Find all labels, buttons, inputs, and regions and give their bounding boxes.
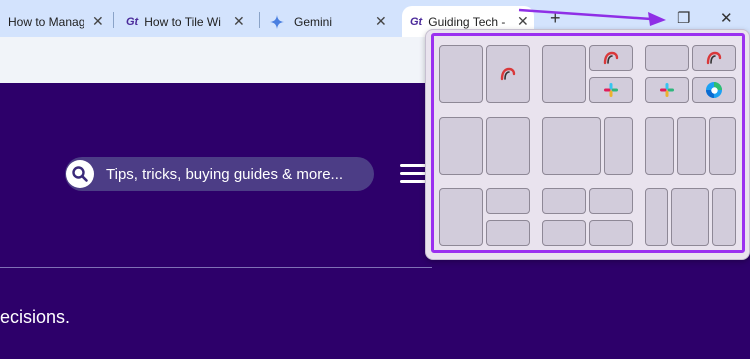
- new-tab-button[interactable]: +: [550, 8, 561, 29]
- search-icon: [65, 159, 95, 189]
- divider: [0, 267, 432, 268]
- restore-window-icon[interactable]: ❐: [677, 9, 690, 27]
- close-window-icon[interactable]: ✕: [720, 9, 733, 27]
- tab-close-icon[interactable]: ✕: [517, 13, 529, 30]
- search-placeholder: Tips, tricks, buying guides & more...: [106, 165, 344, 183]
- tab-gemini[interactable]: Gemini ✕: [264, 6, 394, 37]
- tab-how-to-tile[interactable]: Gt How to Tile Wi ✕: [118, 6, 253, 37]
- tab-separator: [113, 12, 114, 28]
- guiding-tech-icon: Gt: [410, 15, 423, 28]
- tab-title: Gemini: [294, 14, 333, 29]
- search-bar[interactable]: Tips, tricks, buying guides & more...: [65, 157, 374, 191]
- guiding-tech-icon: Gt: [126, 15, 139, 28]
- tab-close-icon[interactable]: ✕: [233, 13, 245, 30]
- tab-title: How to Manag: [8, 14, 84, 29]
- tab-title: Guiding Tech -: [428, 14, 506, 29]
- tagline-text: ecisions.: [0, 307, 71, 327]
- hamburger-menu-icon[interactable]: [400, 164, 426, 184]
- tab-separator: [259, 12, 260, 28]
- tab-how-to-manage[interactable]: How to Manag ✕: [0, 6, 110, 37]
- tab-close-icon[interactable]: ✕: [92, 13, 104, 30]
- tab-close-icon[interactable]: ✕: [375, 13, 387, 30]
- tab-title: How to Tile Wi: [144, 14, 221, 29]
- gemini-sparkle-icon: [270, 14, 284, 29]
- snap-popup-highlight: [431, 33, 745, 253]
